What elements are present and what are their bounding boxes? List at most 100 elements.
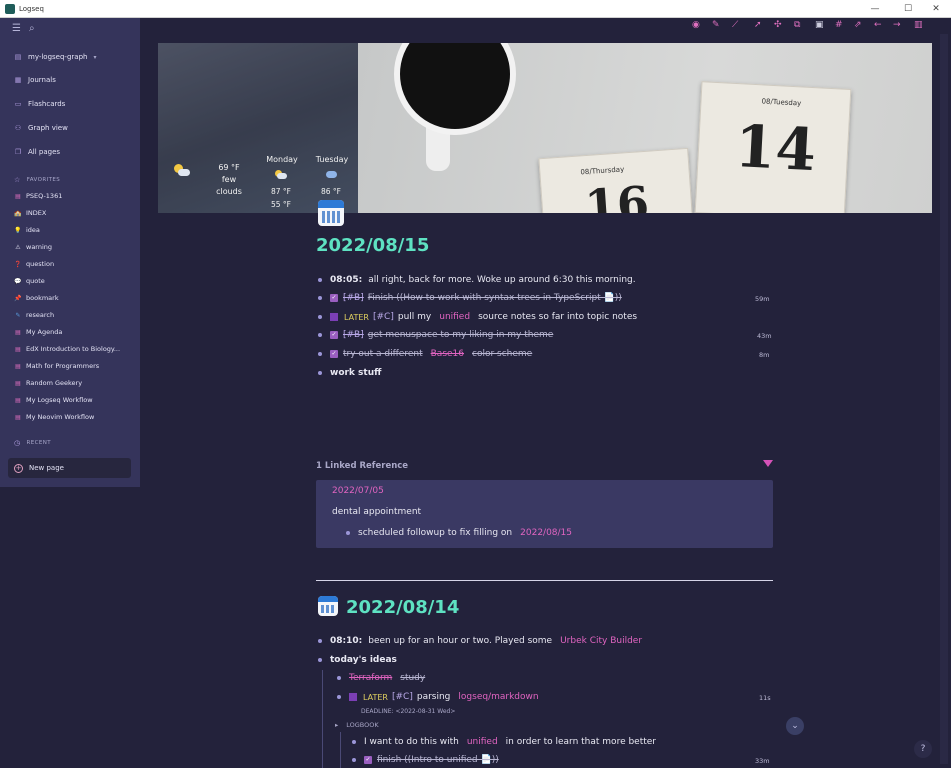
block-guide-line bbox=[322, 670, 323, 768]
favorite-item[interactable]: ▤ My Neovim Workflow bbox=[14, 413, 94, 421]
chart-line-icon[interactable]: ⟋ bbox=[732, 20, 738, 34]
page-reference[interactable]: Terraform bbox=[349, 673, 392, 683]
journal-block[interactable]: ✓ [#B] Finish ((How to work with syntax … bbox=[318, 293, 622, 303]
priority-tag[interactable]: [#B] bbox=[343, 293, 364, 303]
page-reference[interactable]: unified bbox=[467, 737, 498, 747]
favorite-item[interactable]: ▤ Math for Programmers bbox=[14, 362, 99, 370]
page-reference[interactable]: Base16 bbox=[431, 349, 464, 359]
puzzle-icon[interactable]: ⧉ bbox=[794, 20, 800, 34]
forecast-day: Tuesday bbox=[315, 155, 349, 164]
eye-icon[interactable]: ◉ bbox=[692, 20, 700, 34]
close-button[interactable]: ✕ bbox=[921, 0, 951, 18]
page-reference[interactable]: Urbek City Builder bbox=[560, 636, 642, 646]
favorite-item[interactable]: 🏫 INDEX bbox=[14, 209, 46, 217]
reference-child-block[interactable]: scheduled followup to fix filling on 202… bbox=[346, 528, 572, 538]
priority-tag[interactable]: [#C] bbox=[392, 692, 413, 702]
sidebar-item-journals[interactable]: ▦ Journals bbox=[14, 76, 56, 84]
journal-title[interactable]: 2022/08/15 bbox=[316, 235, 429, 256]
favorite-item[interactable]: 💬 quote bbox=[14, 277, 45, 285]
minimize-button[interactable]: — bbox=[860, 0, 890, 18]
maximize-button[interactable]: ☐ bbox=[893, 0, 923, 18]
task-status[interactable]: LATER bbox=[363, 693, 388, 702]
journal-block[interactable]: ✓ try out a different Base16 color schem… bbox=[318, 349, 532, 359]
main-scrollbar[interactable] bbox=[940, 34, 948, 764]
time-spent: 43m bbox=[757, 332, 772, 340]
sidebar-item-flashcards[interactable]: ▭ Flashcards bbox=[14, 100, 66, 108]
journal-block[interactable]: ✓ finish ((Intro to unified 📄)) bbox=[352, 755, 499, 765]
recent-header[interactable]: ◷ RECENT bbox=[14, 439, 51, 447]
block-bullet[interactable] bbox=[318, 333, 322, 337]
block-bullet[interactable] bbox=[337, 695, 341, 699]
favorite-label: Random Geekery bbox=[26, 379, 83, 387]
hash-icon[interactable]: # bbox=[835, 20, 843, 34]
block-bullet[interactable] bbox=[318, 296, 322, 300]
favorite-item[interactable]: ▤ My Agenda bbox=[14, 328, 62, 336]
reference-page-link[interactable]: 2022/07/05 bbox=[332, 486, 384, 496]
journal-block[interactable]: 08:05: all right, back for more. Woke up… bbox=[318, 275, 636, 285]
forward-arrow-icon[interactable]: → bbox=[893, 20, 901, 34]
pen-icon[interactable]: ✎ bbox=[712, 20, 720, 34]
right-sidebar-toggle-icon[interactable]: ▥ bbox=[914, 20, 923, 34]
logbook-toggle[interactable]: ▸ LOGBOOK bbox=[335, 721, 379, 729]
block-bullet[interactable] bbox=[318, 658, 322, 662]
favorite-item[interactable]: ▤ My Logseq Workflow bbox=[14, 396, 92, 404]
back-arrow-icon[interactable]: ← bbox=[874, 20, 882, 34]
share-icon[interactable]: ⇗ bbox=[854, 20, 862, 34]
block-bullet[interactable] bbox=[337, 676, 341, 680]
journal-block[interactable]: I want to do this with unified in order … bbox=[352, 737, 656, 747]
help-button[interactable]: ? bbox=[914, 740, 932, 758]
favorite-item[interactable]: 📌 bookmark bbox=[14, 294, 58, 302]
notion-icon[interactable]: ▣ bbox=[815, 20, 824, 34]
checkbox-checked[interactable]: ✓ bbox=[330, 331, 338, 339]
search-icon[interactable]: ⌕ bbox=[29, 23, 35, 34]
task-marker[interactable] bbox=[349, 693, 357, 701]
sidebar-item-graph-view[interactable]: ⚇ Graph view bbox=[14, 124, 68, 132]
favorite-item[interactable]: ▤ PSEQ-1361 bbox=[14, 192, 62, 200]
task-marker[interactable] bbox=[330, 313, 338, 321]
journal-block[interactable]: ✓ [#B] get menuspace to my liking in my … bbox=[318, 330, 553, 340]
favorite-item[interactable]: ▤ EdX Introduction to Biology... bbox=[14, 345, 120, 353]
favorite-item[interactable]: ✎ research bbox=[14, 311, 54, 319]
journal-block[interactable]: today's ideas bbox=[318, 655, 397, 665]
sidebar-item-all-pages[interactable]: ❐ All pages bbox=[14, 148, 60, 156]
cursor-icon[interactable]: ➚ bbox=[754, 20, 762, 34]
scroll-down-button[interactable]: ⌄ bbox=[786, 717, 804, 735]
journal-block[interactable]: LATER [#C] pull my unified source notes … bbox=[318, 312, 637, 322]
journal-block[interactable]: LATER [#C] parsing logseq/markdown bbox=[337, 692, 539, 702]
menu-icon[interactable]: ☰ bbox=[12, 23, 21, 34]
favorite-item[interactable]: 💡 idea bbox=[14, 226, 40, 234]
checkbox-checked[interactable]: ✓ bbox=[330, 294, 338, 302]
plugin-icon[interactable]: ✣ bbox=[774, 20, 782, 34]
favorites-header[interactable]: ☆ FAVORITES bbox=[14, 176, 60, 184]
checkbox-checked[interactable]: ✓ bbox=[330, 350, 338, 358]
block-bullet[interactable] bbox=[346, 531, 350, 535]
linked-references-header[interactable]: 1 Linked Reference bbox=[316, 461, 408, 471]
block-bullet[interactable] bbox=[352, 740, 356, 744]
page-reference[interactable]: logseq/markdown bbox=[458, 692, 538, 702]
favorite-item[interactable]: ▤ Random Geekery bbox=[14, 379, 82, 387]
graph-selector[interactable]: ▤ my-logseq-graph ▾ bbox=[14, 53, 97, 61]
block-bullet[interactable] bbox=[352, 758, 356, 762]
block-bullet[interactable] bbox=[318, 278, 322, 282]
priority-tag[interactable]: [#B] bbox=[343, 330, 364, 340]
page-reference[interactable]: unified bbox=[439, 312, 470, 322]
reference-block-text[interactable]: dental appointment bbox=[332, 507, 421, 517]
filter-icon[interactable] bbox=[763, 460, 773, 467]
favorite-item[interactable]: ⚠ warning bbox=[14, 243, 52, 251]
journal-title[interactable]: 2022/08/14 bbox=[346, 597, 459, 618]
task-status[interactable]: LATER bbox=[344, 313, 369, 322]
block-bullet[interactable] bbox=[318, 371, 322, 375]
journal-block[interactable]: work stuff bbox=[318, 368, 381, 378]
journal-block[interactable]: Terraform study bbox=[337, 673, 425, 683]
block-bullet[interactable] bbox=[318, 315, 322, 319]
checkbox-checked[interactable]: ✓ bbox=[364, 756, 372, 764]
new-page-button[interactable]: + New page bbox=[8, 458, 131, 478]
journal-block[interactable]: 08:10: been up for an hour or two. Playe… bbox=[318, 636, 642, 646]
block-bullet[interactable] bbox=[318, 352, 322, 356]
priority-tag[interactable]: [#C] bbox=[373, 312, 394, 322]
page-reference[interactable]: 2022/08/15 bbox=[520, 528, 572, 538]
favorite-item[interactable]: ❓ question bbox=[14, 260, 54, 268]
time-spent: 11s bbox=[759, 694, 771, 702]
sidebar-item-label: Flashcards bbox=[28, 100, 66, 108]
block-bullet[interactable] bbox=[318, 639, 322, 643]
